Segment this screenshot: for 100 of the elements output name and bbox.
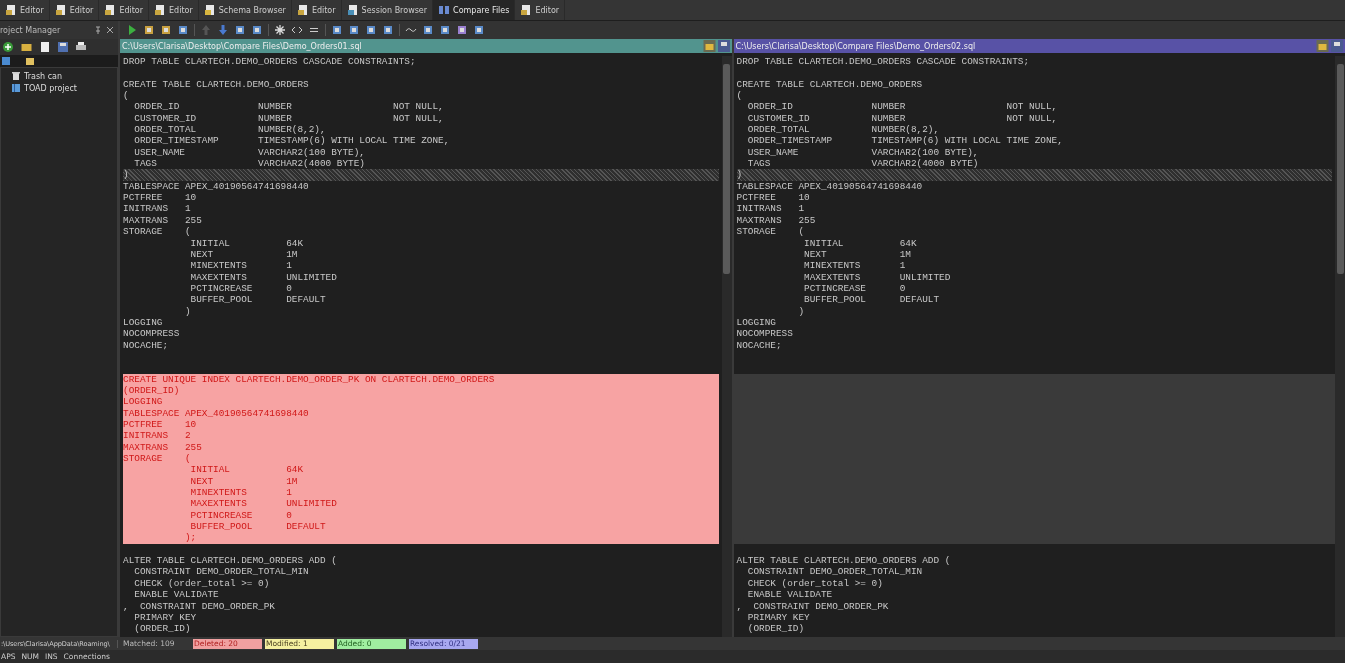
toolbar-icon[interactable] <box>365 24 377 36</box>
code-line: (ORDER_ID) <box>133 623 191 635</box>
code-line: STORAGE ( <box>123 453 191 465</box>
pin-icon[interactable] <box>94 26 102 34</box>
folder-icon[interactable] <box>20 41 33 53</box>
code-line: TABLESPACE APEX_40190564741698440 <box>123 180 309 193</box>
code-line: PCTINCREASE 0 <box>189 509 292 522</box>
code-line: INITRANS 1 <box>123 203 191 215</box>
print-icon[interactable] <box>75 41 87 53</box>
code-line: (ORDER_ID) <box>746 623 804 635</box>
code-line: ) <box>797 305 804 317</box>
code-line: MAXTRANS 255 <box>123 441 202 454</box>
window-tab[interactable]: Editor <box>149 0 199 20</box>
code-line: CREATE TABLE CLARTECH.DEMO_ORDERS <box>123 78 309 91</box>
scrollbar[interactable] <box>721 56 732 637</box>
window-tab[interactable]: Editor <box>99 0 150 20</box>
code-line: MAXTRANS 255 <box>736 214 816 227</box>
code-line: CHECK (order_total >= 0) <box>746 577 883 590</box>
code-line: TAGS VARCHAR2(4000 BYTE) <box>133 158 365 170</box>
code-line: ORDER_TOTAL NUMBER(8,2), <box>133 124 326 136</box>
window-tab[interactable]: Editor <box>515 0 566 20</box>
code-line: ALTER TABLE CLARTECH.DEMO_ORDERS ADD ( <box>123 555 337 567</box>
toolbar-icon[interactable] <box>160 24 172 36</box>
toolbar-icon[interactable] <box>143 24 155 36</box>
code-line: MAXEXTENTS UNLIMITED <box>803 271 951 283</box>
code-line: ); <box>183 532 197 544</box>
scrollbar[interactable] <box>1335 56 1345 637</box>
code-line: DROP TABLE CLARTECH.DEMO_ORDERS CASCADE CONSTRAINTS; <box>736 56 1030 68</box>
code-line: CUSTOMER_ID NUMBER NOT NULL, <box>133 112 444 125</box>
toolbar-icon[interactable] <box>177 24 189 36</box>
code-line: NOCACHE; <box>736 339 782 351</box>
code-line: ORDER_TIMESTAMP TIMESTAMP(6) WITH LOCAL TIME ZONE, <box>133 135 450 147</box>
toolbar-icon[interactable] <box>439 24 451 36</box>
window-tab[interactable]: Editor <box>49 0 100 20</box>
code-line: NOCACHE; <box>123 339 168 351</box>
toolbar-icon[interactable] <box>422 24 434 36</box>
panel-title: roject Manager <box>0 25 62 35</box>
code-line: CREATE UNIQUE INDEX CLARTECH.DEMO_ORDER_PK ON CLARTECH.DEMO_ORDERS <box>123 373 495 385</box>
code-line: TAGS VARCHAR2(4000 BYTE) <box>746 158 979 170</box>
code-line: ) <box>736 169 743 181</box>
save-icon[interactable] <box>57 41 69 53</box>
code-line: BUFFER_POOL DEFAULT <box>189 294 326 306</box>
code-line: USER_NAME VARCHAR2(100 BYTE), <box>133 146 365 159</box>
window-tab[interactable]: Schema Browser <box>198 0 292 20</box>
code-line: PRIMARY KEY <box>746 611 810 624</box>
code-line: BUFFER_POOL DEFAULT <box>189 521 326 533</box>
code-line: INITRANS 2 <box>123 430 191 442</box>
save-icon[interactable] <box>717 40 730 52</box>
toolbar-icon[interactable] <box>291 24 303 36</box>
toolbar-icon[interactable] <box>382 24 394 36</box>
binoculars-icon[interactable] <box>234 24 246 36</box>
code-line: MINEXTENTS 1 <box>189 260 292 272</box>
panel-tab-icon[interactable] <box>1 56 11 66</box>
code-line: ) <box>123 169 129 181</box>
window-tab[interactable]: Editor <box>291 0 342 20</box>
code-line: MAXTRANS 255 <box>123 214 202 227</box>
window-tab[interactable]: Compare Files <box>433 0 516 20</box>
code-line: MAXEXTENTS UNLIMITED <box>189 498 337 510</box>
document-icon[interactable] <box>39 41 51 53</box>
code-line: PCTFREE 10 <box>123 192 197 204</box>
document-icon <box>54 4 67 16</box>
code-line: NEXT 1M <box>189 475 298 488</box>
folder-icon[interactable] <box>25 56 35 66</box>
code-line: , CONSTRAINT DEMO_ORDER_PK <box>123 600 275 612</box>
code-line: ORDER_TOTAL NUMBER(8,2), <box>746 124 940 136</box>
add-icon[interactable] <box>2 41 14 53</box>
split-page-icon <box>438 4 451 16</box>
toolbar-icon[interactable] <box>251 24 263 36</box>
code-line: INITIAL 64K <box>803 237 917 249</box>
code-line: ALTER TABLE CLARTECH.DEMO_ORDERS ADD ( <box>736 555 951 567</box>
code-line: MINEXTENTS 1 <box>803 260 906 272</box>
code-line: INITRANS 1 <box>736 203 804 215</box>
code-line: , CONSTRAINT DEMO_ORDER_PK <box>736 600 889 612</box>
close-icon[interactable] <box>106 26 114 34</box>
code-line: PCTINCREASE 0 <box>189 282 292 295</box>
code-line: CONSTRAINT DEMO_ORDER_TOTAL_MIN <box>133 566 309 578</box>
code-line: DROP TABLE CLARTECH.DEMO_ORDERS CASCADE CONSTRAINTS; <box>123 56 416 68</box>
code-line: NEXT 1M <box>803 248 911 261</box>
code-line: ENABLE VALIDATE <box>746 589 833 601</box>
code-line: (ORDER_ID) <box>123 384 180 397</box>
code-line: LOGGING <box>123 396 163 408</box>
toolbar-icon[interactable] <box>331 24 343 36</box>
window-tab[interactable]: Editor <box>0 0 50 20</box>
tree-item[interactable]: Trash can <box>11 70 63 82</box>
code-line: TABLESPACE APEX_40190564741698440 <box>123 407 309 419</box>
toolbar-icon[interactable] <box>274 24 286 36</box>
down-arrow-icon[interactable] <box>217 24 229 36</box>
toolbar-icon[interactable] <box>348 24 360 36</box>
play-icon[interactable] <box>126 24 138 36</box>
toolbar-icon[interactable] <box>473 24 485 36</box>
code-line: CONSTRAINT DEMO_ORDER_TOTAL_MIN <box>746 566 923 578</box>
code-line: INITIAL 64K <box>189 237 304 249</box>
save-icon[interactable] <box>1331 40 1343 52</box>
code-line: USER_NAME VARCHAR2(100 BYTE), <box>746 146 979 159</box>
trash-icon <box>11 71 21 81</box>
tree-item[interactable]: TOAD project <box>11 82 77 94</box>
toolbar-icon[interactable] <box>456 24 468 36</box>
code-line: NOCOMPRESS <box>736 328 793 340</box>
code-line: PCTFREE 10 <box>123 419 197 431</box>
file-path: C:\Users\Clarisa\Desktop\Compare Files\Demo_Orders01.sql <box>122 41 363 51</box>
